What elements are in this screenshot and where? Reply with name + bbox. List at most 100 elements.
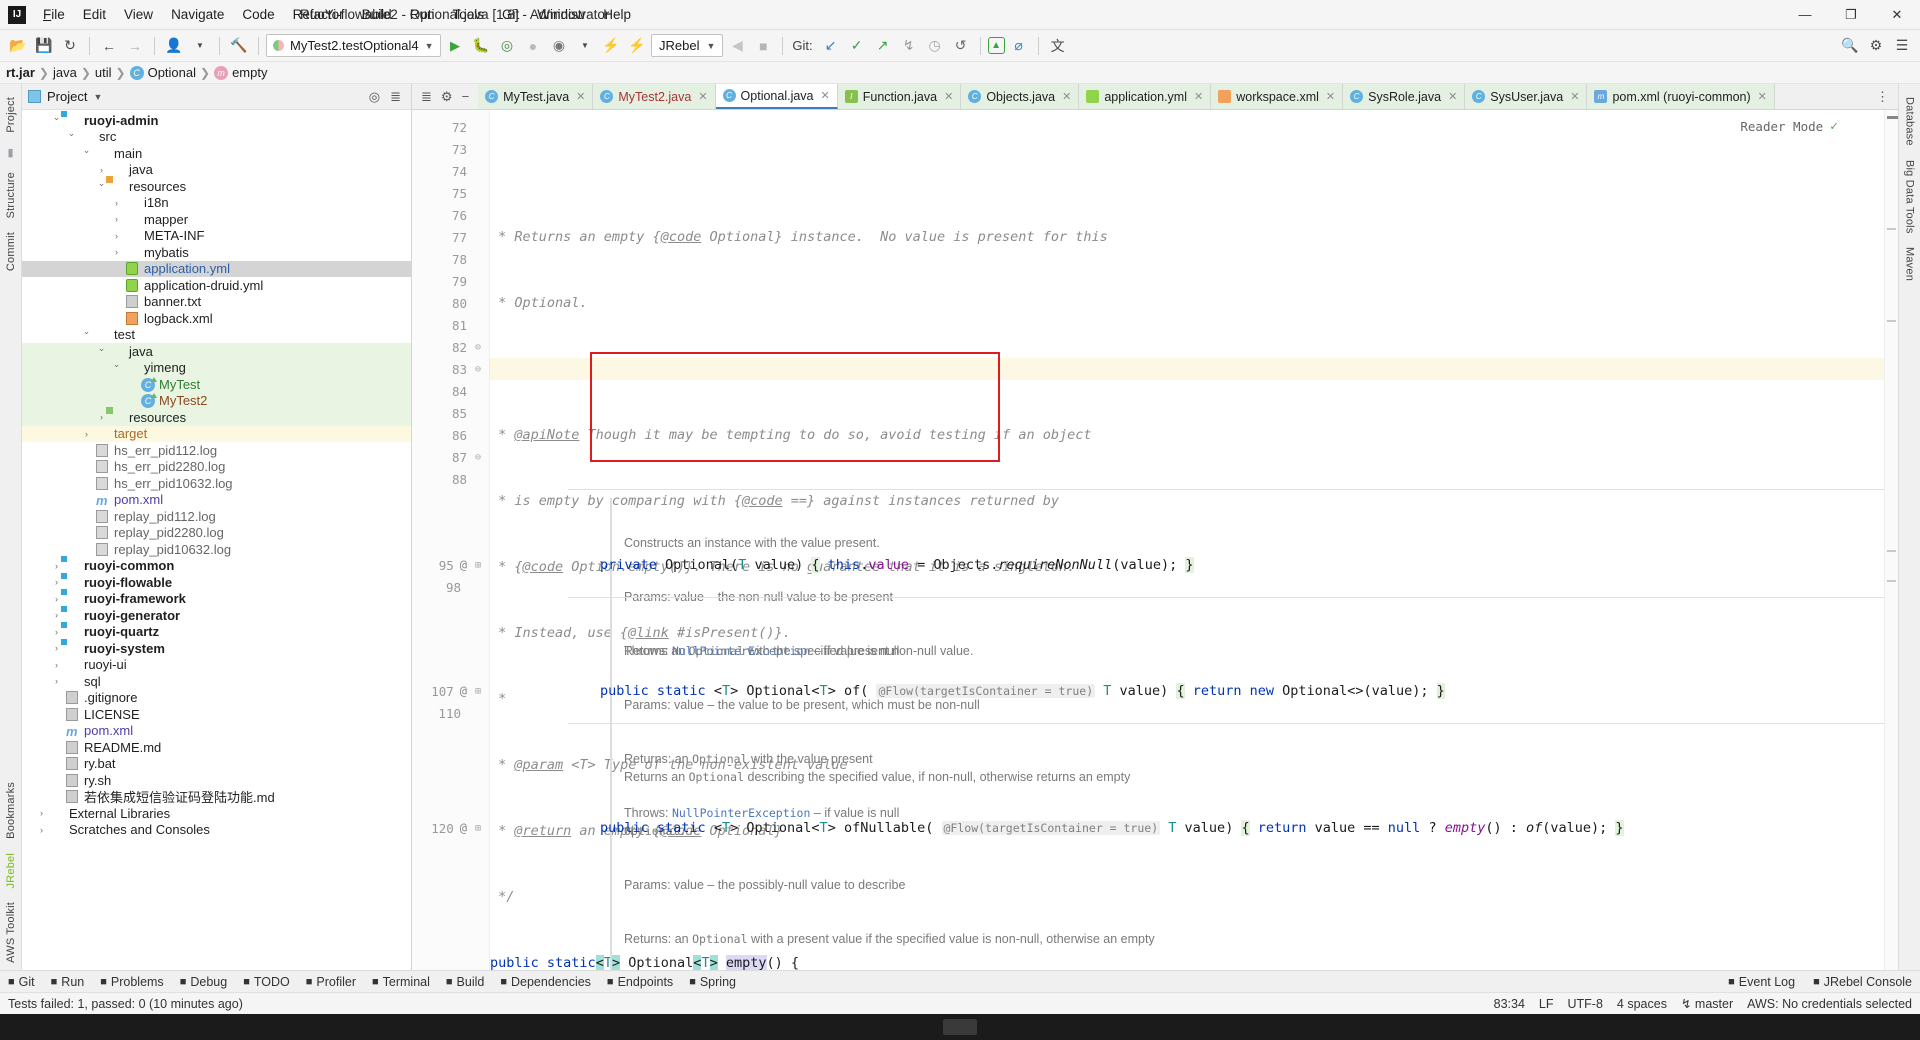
tab-settings-icon[interactable]: ⚙ (441, 89, 453, 105)
tool-window-debug[interactable]: ■ Debug (180, 975, 228, 989)
collapse-all-icon[interactable]: ≣ (390, 89, 401, 105)
tree-node-application-yml[interactable]: application.yml (22, 260, 411, 277)
editor-tab-sysuser-java[interactable]: C SysUser.java ✕ (1465, 84, 1588, 109)
tree-node-sql[interactable]: sql (22, 673, 411, 690)
translate-icon[interactable]: 文 (1046, 34, 1070, 58)
editor-tab-mytest2-java[interactable]: C MyTest2.java ✕ (593, 84, 716, 109)
chevron-down-icon[interactable]: ▼ (93, 92, 102, 102)
gutter-line-74[interactable]: 74 (412, 160, 489, 182)
close-tab-icon[interactable]: ✕ (1326, 90, 1335, 103)
close-tab-icon[interactable]: ✕ (1448, 90, 1457, 103)
chevron-down-icon[interactable] (96, 346, 107, 357)
fold-icon[interactable]: ⊖ (473, 364, 483, 375)
chevron-right-icon[interactable] (96, 412, 107, 422)
fold-icon[interactable]: ⊖ (473, 342, 483, 353)
rerun-icon[interactable]: ◀ (725, 34, 749, 58)
maximize-button[interactable]: ❐ (1828, 0, 1874, 30)
indent-setting[interactable]: 4 spaces (1617, 997, 1667, 1011)
gutter-line-107[interactable]: 107 @ ⊞ (412, 680, 489, 702)
tree-node-ruoyi-ui[interactable]: ruoyi-ui (22, 657, 411, 674)
profiler-icon[interactable]: ● (521, 34, 545, 58)
gutter-line-79[interactable]: 79 (412, 270, 489, 292)
chevron-right-icon[interactable] (81, 429, 92, 439)
tree-node-ruoyi-admin[interactable]: ruoyi-admin (22, 112, 411, 129)
close-tab-icon[interactable]: ✕ (944, 90, 953, 103)
forward-arrow-icon[interactable]: → (123, 34, 147, 58)
menu-file[interactable]: File (34, 3, 74, 26)
settings-gear-icon[interactable]: ⚙ (1864, 34, 1888, 58)
attach-process-icon[interactable]: ◉ (547, 34, 571, 58)
gutter-line-110[interactable]: 110 (412, 702, 489, 724)
code-content[interactable]: * Returns an empty {@code Optional} inst… (490, 110, 1884, 970)
tree-node-i18n[interactable]: i18n (22, 195, 411, 212)
chevron-down-icon[interactable]: ▼ (188, 34, 212, 58)
fold-icon[interactable]: ⊞ (473, 560, 483, 571)
open-folder-icon[interactable]: 📂 (6, 34, 30, 58)
tree-node-mybatis[interactable]: mybatis (22, 244, 411, 261)
close-tab-icon[interactable]: ✕ (1758, 90, 1767, 103)
hide-icon[interactable]: − (462, 89, 470, 104)
editor-tab-pom-xml-ruoyi-common[interactable]: m pom.xml (ruoyi-common) ✕ (1587, 84, 1775, 109)
close-tab-icon[interactable]: ✕ (1570, 90, 1579, 103)
tree-node-banner-txt[interactable]: banner.txt (22, 294, 411, 311)
git-push-icon[interactable]: ↗ (871, 34, 895, 58)
tool-window-git[interactable]: ■ Git (8, 975, 35, 989)
jrebel-run-icon[interactable]: ⚡ (599, 34, 623, 58)
chevron-down-icon[interactable] (66, 131, 77, 142)
fold-icon[interactable]: ⊞ (473, 823, 483, 834)
rail-item-jrebel[interactable]: JRebel (3, 846, 19, 895)
tree-node-main[interactable]: main (22, 145, 411, 162)
tree-node-resources[interactable]: resources (22, 409, 411, 426)
tool-window-dependencies[interactable]: ■ Dependencies (500, 975, 591, 989)
menu-view[interactable]: View (115, 3, 162, 26)
close-tab-icon[interactable]: ✕ (698, 90, 707, 103)
sync-icon[interactable]: ↻ (58, 34, 82, 58)
close-tab-icon[interactable]: ✕ (1194, 90, 1203, 103)
tree-node-java[interactable]: java (22, 162, 411, 179)
sort-icon[interactable]: ≣ (421, 89, 432, 105)
gutter-line-77[interactable]: 77 (412, 226, 489, 248)
gutter-line-88[interactable]: 88 (412, 468, 489, 490)
tree-node-md[interactable]: 若依集成短信验证码登陆功能.md (22, 789, 411, 805)
tree-node-test[interactable]: test (22, 327, 411, 344)
gutter-line-83[interactable]: 83 ⊖ (412, 358, 489, 380)
caret-position[interactable]: 83:34 (1494, 997, 1525, 1011)
rail-item-maven[interactable]: Maven (1902, 240, 1918, 288)
save-icon[interactable]: 💾 (32, 34, 56, 58)
git-commit-icon[interactable]: ✓ (845, 34, 869, 58)
menu-edit[interactable]: Edit (74, 3, 115, 26)
tree-node-ruoyi-system[interactable]: ruoyi-system (22, 640, 411, 657)
tree-node-mytest2[interactable]: C MyTest2 (22, 392, 411, 409)
tree-node-meta-inf[interactable]: META-INF (22, 228, 411, 245)
rail-item-database[interactable]: Database (1902, 90, 1918, 153)
chevron-down-icon[interactable]: ▼ (573, 34, 597, 58)
git-branch-widget[interactable]: ↯ master (1681, 996, 1733, 1011)
editor-tab-function-java[interactable]: I Function.java ✕ (837, 84, 962, 109)
rail-item-structure[interactable]: Structure (3, 165, 19, 225)
editor-tab-objects-java[interactable]: C Objects.java ✕ (961, 84, 1080, 109)
tool-window-event-log[interactable]: ■ Event Log (1728, 975, 1795, 989)
git-branch-icon[interactable]: ↯ (897, 34, 921, 58)
editor-tab-optional-java[interactable]: C Optional.java ✕ (715, 84, 838, 109)
close-tab-icon[interactable]: ✕ (821, 89, 830, 102)
tree-node-replay-pid10632-log[interactable]: replay_pid10632.log (22, 541, 411, 558)
tree-node-application-druid-yml[interactable]: application-druid.yml (22, 277, 411, 294)
chevron-right-icon[interactable] (51, 561, 62, 571)
tree-node-ruoyi-generator[interactable]: ruoyi-generator (22, 607, 411, 624)
scroll-from-source-icon[interactable]: ◎ (369, 89, 380, 105)
git-update-icon[interactable]: ↙ (819, 34, 843, 58)
tool-window-spring[interactable]: ■ Spring (689, 975, 736, 989)
close-button[interactable]: ✕ (1874, 0, 1920, 30)
tool-window-terminal[interactable]: ■ Terminal (372, 975, 430, 989)
tree-node-resources[interactable]: resources (22, 178, 411, 195)
fold-icon[interactable]: ⊖ (473, 452, 483, 463)
rail-item-project[interactable]: Project (3, 90, 19, 140)
search-everywhere-icon[interactable]: 🔍 (1838, 34, 1862, 58)
gutter-line-95[interactable]: 95 @ ⊞ (412, 554, 489, 576)
run-configuration-selector[interactable]: MyTest2.testOptional4 ▼ (266, 34, 441, 57)
user-profile-icon[interactable]: 👤 (162, 34, 186, 58)
tree-node-ruoyi-flowable[interactable]: ruoyi-flowable (22, 574, 411, 591)
tree-node-target[interactable]: target (22, 425, 411, 442)
tree-node-hs-err-pid2280-log[interactable]: hs_err_pid2280.log (22, 459, 411, 476)
editor-tab-workspace-xml[interactable]: workspace.xml ✕ (1211, 84, 1344, 109)
